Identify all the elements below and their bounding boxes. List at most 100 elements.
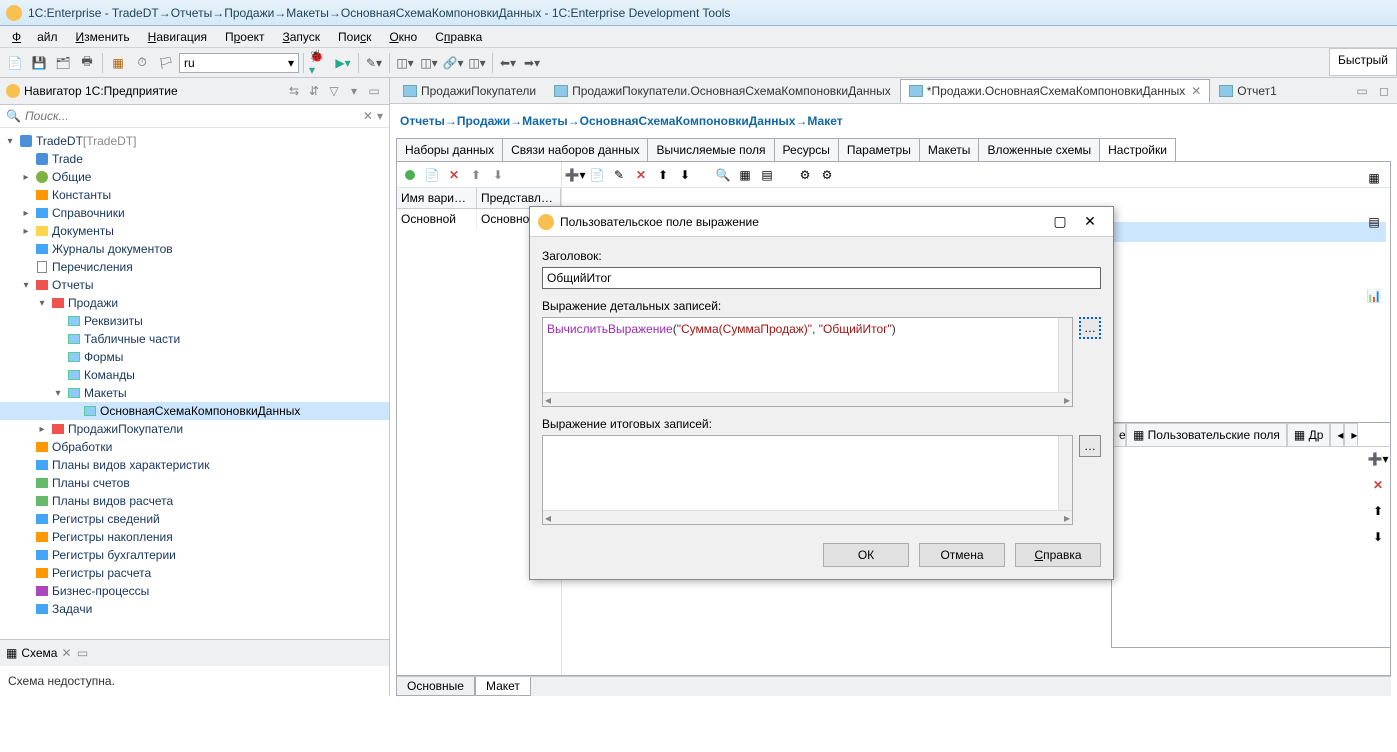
tb-fwd[interactable]: ➡▾ (521, 52, 543, 74)
tb-back[interactable]: ⬅▾ (497, 52, 519, 74)
subtab-params[interactable]: Параметры (838, 138, 920, 161)
tree-item[interactable]: Trade (0, 150, 389, 168)
prop-down-icon[interactable]: ⬇ (1368, 527, 1388, 547)
bottom-tab-main[interactable]: Основные (396, 677, 475, 696)
tree-item[interactable]: Команды (0, 366, 389, 384)
tb-flag[interactable]: 🏳 (155, 52, 177, 74)
col-repr[interactable]: Представле... (477, 188, 561, 208)
tb-print[interactable]: 🖶 (76, 52, 98, 74)
st-down-icon[interactable]: ⬇ (676, 166, 694, 184)
subtab-calc[interactable]: Вычисляемые поля (647, 138, 774, 161)
total-expression-input[interactable]: ◂▸ (542, 435, 1073, 525)
tb-wand[interactable]: ✎▾ (363, 52, 385, 74)
tree-item[interactable]: Константы (0, 186, 389, 204)
tb-play[interactable]: ▶▾ (332, 52, 354, 74)
tree-item[interactable]: Реквизиты (0, 312, 389, 330)
menu-window[interactable]: Окно (381, 28, 425, 46)
quick-access[interactable]: Быстрый (1329, 48, 1397, 76)
subtab-settings[interactable]: Настройки (1099, 138, 1176, 161)
col-name[interactable]: Имя вариан... (397, 188, 477, 208)
dialog-close-icon[interactable]: ✕ (1075, 210, 1105, 234)
side-report-icon[interactable]: 📊 (1364, 286, 1384, 306)
search-input[interactable] (25, 109, 359, 123)
add-icon[interactable] (401, 166, 419, 184)
prop-add-icon[interactable]: ➕▾ (1368, 449, 1388, 469)
cancel-button[interactable]: Отмена (919, 543, 1005, 567)
tab-close-icon[interactable]: ✕ (1191, 84, 1201, 98)
bottom-tab-layout[interactable]: Макет (475, 677, 531, 696)
tree-item[interactable]: Табличные части (0, 330, 389, 348)
tab-report1[interactable]: Отчет1 (1210, 79, 1286, 103)
subtab-res[interactable]: Ресурсы (774, 138, 839, 161)
menu-search[interactable]: Поиск (330, 28, 379, 46)
prop-tab-prev[interactable]: е (1112, 423, 1126, 446)
tab-prodpok-schema[interactable]: ПродажиПокупатели.ОсновнаяСхемаКомпоновк… (545, 79, 900, 103)
tree-item[interactable]: Планы видов характеристик (0, 456, 389, 474)
tb-debug[interactable]: 🐞▾ (308, 52, 330, 74)
help-button[interactable]: Справка (1015, 543, 1101, 567)
delete-icon[interactable]: ✕ (445, 166, 463, 184)
tree-item[interactable]: ▾TradeDT [TradeDT] (0, 132, 389, 150)
editor-max-icon[interactable]: ◻ (1375, 82, 1393, 100)
nav-collapse-icon[interactable]: ⇆ (285, 82, 303, 100)
tree-item[interactable]: Бизнес-процессы (0, 582, 389, 600)
tree-item[interactable]: Регистры расчета (0, 564, 389, 582)
tree-item[interactable]: Задачи (0, 600, 389, 618)
menu-nav[interactable]: Навигация (140, 28, 215, 46)
dialog-titlebar[interactable]: Пользовательское поле выражение ▢ ✕ (530, 207, 1113, 237)
schema-min-icon[interactable]: ▭ (74, 644, 92, 662)
tree-item[interactable]: Перечисления (0, 258, 389, 276)
tree-item[interactable]: Обработки (0, 438, 389, 456)
tree-item[interactable]: Журналы документов (0, 240, 389, 258)
title-input[interactable] (542, 267, 1101, 289)
tree-item[interactable]: Регистры бухгалтерии (0, 546, 389, 564)
menu-edit[interactable]: Изменить (68, 28, 138, 46)
ok-button[interactable]: ОК (823, 543, 909, 567)
st-t1-icon[interactable]: 🔍 (714, 166, 732, 184)
tree-item[interactable]: ОсновнаяСхемаКомпоновкиДанных (0, 402, 389, 420)
menu-help[interactable]: Справка (427, 28, 490, 46)
st-t4-icon[interactable]: ⚙ (796, 166, 814, 184)
st-del-icon[interactable]: ✕ (632, 166, 650, 184)
nav-min-icon[interactable]: ▭ (365, 82, 383, 100)
down-icon[interactable]: ⬇ (489, 166, 507, 184)
nav-filter-icon[interactable]: ▽ (325, 82, 343, 100)
editor-min-icon[interactable]: ▭ (1353, 82, 1371, 100)
tree-item[interactable]: Регистры сведений (0, 510, 389, 528)
tree-item[interactable]: ▾Отчеты (0, 276, 389, 294)
tree-item[interactable]: ▸Общие (0, 168, 389, 186)
tree-item[interactable]: Планы счетов (0, 474, 389, 492)
tree-item[interactable]: ▸Документы (0, 222, 389, 240)
st-edit-icon[interactable]: ✎ (610, 166, 628, 184)
st-copy-icon[interactable]: 📄 (588, 166, 606, 184)
tb-new[interactable]: 📄 (4, 52, 26, 74)
tree-item[interactable]: Планы видов расчета (0, 492, 389, 510)
tab-prodpok[interactable]: ПродажиПокупатели (394, 79, 545, 103)
up-icon[interactable]: ⬆ (467, 166, 485, 184)
schema-close-icon[interactable]: ✕ (61, 646, 71, 660)
tree-item[interactable]: Формы (0, 348, 389, 366)
prop-tab-other[interactable]: ▦ Др (1287, 423, 1330, 446)
tree-item[interactable]: Регистры накопления (0, 528, 389, 546)
menu-project[interactable]: Проект (217, 28, 273, 46)
st-add-icon[interactable]: ➕▾ (566, 166, 584, 184)
tree-item[interactable]: ▸ПродажиПокупатели (0, 420, 389, 438)
nav-link-icon[interactable]: ⇵ (305, 82, 323, 100)
st-up-icon[interactable]: ⬆ (654, 166, 672, 184)
tree-item[interactable]: ▾Продажи (0, 294, 389, 312)
subtab-links[interactable]: Связи наборов данных (502, 138, 648, 161)
tree-item[interactable]: ▸Справочники (0, 204, 389, 222)
tb-save[interactable]: 💾 (28, 52, 50, 74)
total-ellipsis-button[interactable]: … (1079, 435, 1101, 457)
st-t5-icon[interactable]: ⚙ (818, 166, 836, 184)
dialog-max-icon[interactable]: ▢ (1045, 210, 1075, 234)
tb-saveall[interactable]: 🗂 (52, 52, 74, 74)
side-grid-icon[interactable]: ▤ (1364, 212, 1384, 232)
tb-g2[interactable]: ◫▾ (418, 52, 440, 74)
tb-run2[interactable]: ⏱ (131, 52, 153, 74)
prop-up-icon[interactable]: ⬆ (1368, 501, 1388, 521)
detail-ellipsis-button[interactable]: … (1079, 317, 1101, 339)
navigator-tree[interactable]: ▾TradeDT [TradeDT]Trade▸ОбщиеКонстанты▸С… (0, 128, 389, 639)
subtab-nested[interactable]: Вложенные схемы (978, 138, 1100, 161)
nav-menu-icon[interactable]: ▾ (345, 82, 363, 100)
